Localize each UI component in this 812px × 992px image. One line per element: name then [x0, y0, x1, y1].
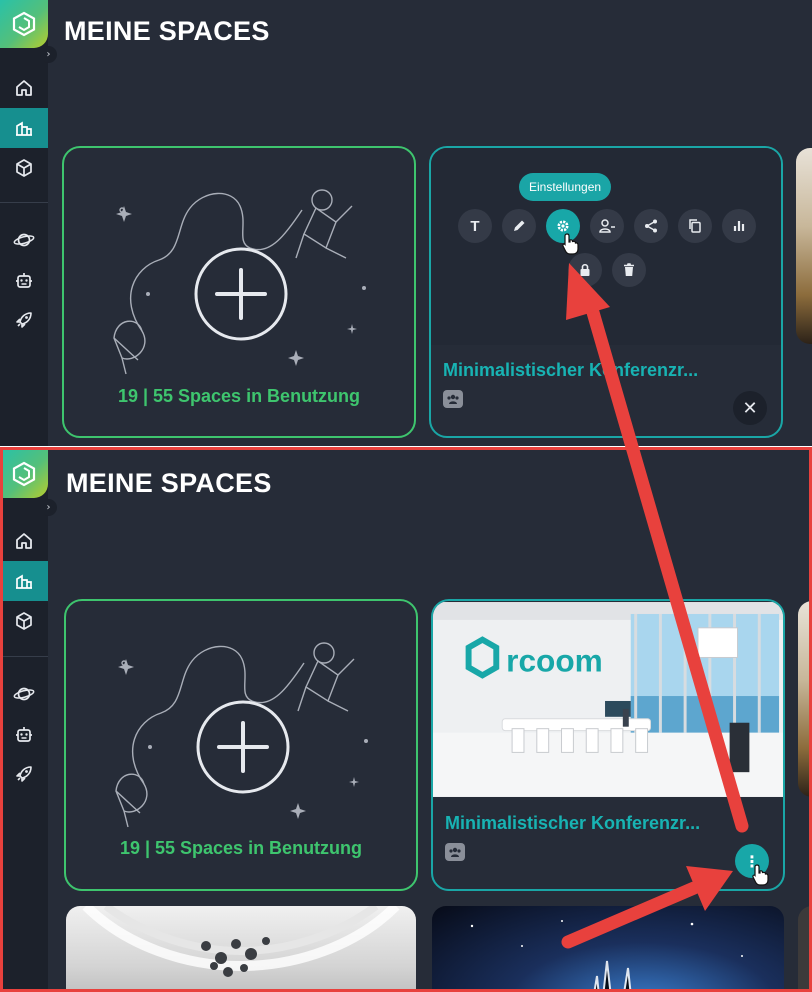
space-name[interactable]: Minimalistischer Konferenzr...	[445, 813, 700, 834]
sidebar-item-home[interactable]	[0, 68, 48, 108]
title-action-button[interactable]: T	[458, 209, 492, 243]
settings-tooltip: Einstellungen	[519, 173, 612, 201]
sidebar: ›	[0, 450, 57, 992]
planet-icon	[13, 687, 35, 701]
logo-icon	[12, 461, 36, 487]
app-logo[interactable]	[0, 450, 48, 498]
edit-action-button[interactable]	[502, 209, 536, 243]
share-icon	[645, 219, 657, 233]
add-space-card[interactable]: 19 | 55 Spaces in Benutzung	[62, 146, 416, 438]
sidebar-item-planets[interactable]	[0, 220, 48, 260]
sidebar-item-spaces[interactable]	[0, 108, 48, 148]
lock-action-button[interactable]	[568, 253, 602, 287]
bottom-panel: › MEINE SPACES 19 | 55 Spaces in Benutzu…	[0, 450, 812, 992]
space-card[interactable]: rcoom Minimalistischer Konferenzr... ⋮	[431, 599, 785, 891]
sidebar-expand-button[interactable]: ›	[40, 499, 57, 516]
close-menu-button[interactable]: ✕	[733, 391, 767, 425]
space-card-peek	[796, 148, 812, 344]
pencil-icon	[514, 220, 525, 231]
stats-action-button[interactable]	[722, 209, 756, 243]
space-thumbnail-galaxy[interactable]	[432, 906, 784, 992]
sidebar-item-spaces[interactable]	[0, 561, 48, 601]
robot-icon	[16, 273, 32, 288]
home-icon	[16, 80, 32, 96]
space-thumbnail[interactable]: rcoom	[433, 601, 783, 798]
buildings-icon	[16, 574, 32, 589]
spaces-usage-label: 19 | 55 Spaces in Benutzung	[119, 838, 363, 858]
buildings-icon	[16, 121, 32, 136]
sidebar-item-planets[interactable]	[0, 674, 48, 714]
space-name[interactable]: Minimalistischer Konferenzr...	[443, 360, 698, 381]
space-thumbnail-gallery[interactable]	[66, 906, 416, 992]
home-icon	[16, 533, 32, 549]
trash-icon	[624, 263, 634, 276]
page-title: MEINE SPACES	[64, 16, 270, 46]
sidebar-item-bots[interactable]	[0, 714, 48, 754]
svg-text:rcoom: rcoom	[506, 642, 603, 678]
bar-chart-icon	[733, 221, 745, 231]
hand-cursor-icon	[752, 864, 769, 886]
space-card-peek	[798, 906, 812, 992]
rocket-icon	[16, 312, 32, 328]
planet-icon	[13, 233, 35, 247]
lock-icon	[580, 263, 590, 276]
people-icon	[445, 843, 465, 861]
user-minus-icon	[599, 219, 615, 233]
page-title: MEINE SPACES	[66, 468, 272, 498]
sidebar: ›	[0, 0, 57, 446]
top-panel: › MEINE SPACES 19 | 55 Spaces in Benutzu…	[0, 0, 812, 446]
sidebar-item-objects[interactable]	[0, 148, 48, 188]
duplicate-action-button[interactable]	[678, 209, 712, 243]
members-action-button[interactable]	[590, 209, 624, 243]
rocket-icon	[16, 766, 32, 782]
sidebar-expand-button[interactable]: ›	[40, 46, 57, 63]
space-card[interactable]: Einstellungen T Minimalistischer Konfere…	[429, 146, 783, 438]
sidebar-item-launch[interactable]	[0, 754, 48, 794]
cube-icon	[16, 612, 32, 630]
screenshot-root: › MEINE SPACES 19 | 55 Spaces in Benutzu…	[0, 0, 812, 992]
sidebar-divider	[0, 656, 48, 657]
sidebar-item-objects[interactable]	[0, 601, 48, 641]
add-space-card[interactable]: 19 | 55 Spaces in Benutzung	[64, 599, 418, 891]
people-icon	[443, 390, 463, 408]
logo-icon	[12, 11, 36, 37]
spaces-usage-label: 19 | 55 Spaces in Benutzung	[117, 386, 361, 406]
space-card-peek	[798, 601, 812, 797]
robot-icon	[16, 727, 32, 742]
copy-icon	[689, 219, 701, 233]
share-action-button[interactable]	[634, 209, 668, 243]
sidebar-item-bots[interactable]	[0, 260, 48, 300]
cube-icon	[16, 159, 32, 177]
delete-action-button[interactable]	[612, 253, 646, 287]
hand-cursor-icon	[562, 233, 579, 255]
sidebar-item-home[interactable]	[0, 521, 48, 561]
app-logo[interactable]	[0, 0, 48, 48]
sidebar-item-launch[interactable]	[0, 300, 48, 340]
sidebar-divider	[0, 202, 48, 203]
